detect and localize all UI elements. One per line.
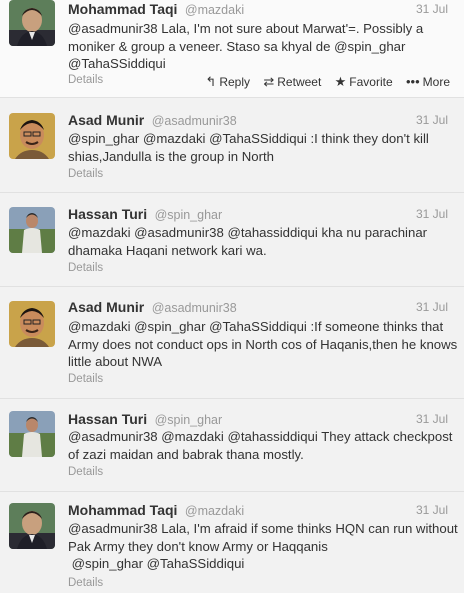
tweet-item[interactable]: Asad Munir @asadmunir38 31 Jul @spin_gha…: [0, 98, 464, 193]
tweet-text: @mazdaki @spin_ghar @TahaSSiddiqui :If s…: [68, 319, 461, 369]
avatar[interactable]: [9, 411, 55, 457]
tweet-header: Hassan Turi @spin_ghar 31 Jul: [68, 206, 448, 224]
more-label: More: [422, 75, 450, 89]
tweet-header: Asad Munir @asadmunir38 31 Jul: [68, 299, 448, 317]
tweet-timestamp[interactable]: 31 Jul: [416, 113, 448, 127]
tweet-header: Hassan Turi @spin_ghar 31 Jul: [68, 411, 448, 429]
avatar[interactable]: [9, 503, 55, 549]
tweet-text: @mazdaki @asadmunir38 @tahassiddiqui kha…: [68, 225, 431, 258]
details-link[interactable]: Details: [68, 373, 103, 385]
tweet-header: Asad Munir @asadmunir38 31 Jul: [68, 112, 448, 130]
tweet-header: Mohammad Taqi @mazdaki 31 Jul: [68, 502, 448, 520]
details-link[interactable]: Details: [68, 262, 103, 274]
tweet-timestamp[interactable]: 31 Jul: [416, 2, 448, 16]
favorite-label: Favorite: [349, 75, 393, 89]
author-handle[interactable]: @asadmunir38: [152, 301, 237, 315]
more-icon: •••: [406, 74, 420, 89]
tweet-text: @asadmunir38 Lala, I'm not sure about Ma…: [68, 21, 427, 71]
tweet-item[interactable]: Mohammad Taqi @mazdaki 31 Jul @asadmunir…: [0, 492, 464, 593]
avatar[interactable]: [9, 301, 55, 347]
author-name[interactable]: Mohammad Taqi: [68, 1, 177, 17]
tweet-item[interactable]: Mohammad Taqi @mazdaki 31 Jul @asadmunir…: [0, 0, 464, 98]
tweet-item[interactable]: Asad Munir @asadmunir38 31 Jul @mazdaki …: [0, 287, 464, 399]
reply-icon: ↰: [205, 74, 217, 89]
tweet-actions: ↰ Reply ⇄ Retweet ★ Favorite ••• More: [195, 74, 450, 90]
author-handle[interactable]: @mazdaki: [185, 3, 244, 17]
author-name[interactable]: Mohammad Taqi: [68, 502, 177, 518]
author-name[interactable]: Asad Munir: [68, 299, 144, 315]
author-handle[interactable]: @mazdaki: [185, 504, 244, 518]
tweet-header: Mohammad Taqi @mazdaki 31 Jul: [68, 1, 448, 19]
avatar[interactable]: [9, 0, 55, 46]
reply-label: Reply: [219, 75, 251, 89]
favorite-button[interactable]: ★ Favorite: [335, 74, 393, 90]
tweet-text: @asadmunir38 Lala, I'm afraid if some th…: [68, 521, 458, 571]
author-name[interactable]: Hassan Turi: [68, 206, 147, 222]
author-handle[interactable]: @spin_ghar: [155, 413, 223, 427]
details-link[interactable]: Details: [68, 577, 103, 589]
tweet-feed: Mohammad Taqi @mazdaki 31 Jul @asadmunir…: [0, 0, 464, 593]
tweet-item[interactable]: Hassan Turi @spin_ghar 31 Jul @asadmunir…: [0, 399, 464, 492]
avatar[interactable]: [9, 113, 55, 159]
author-handle[interactable]: @spin_ghar: [155, 208, 223, 222]
tweet-timestamp[interactable]: 31 Jul: [416, 503, 448, 517]
tweet-text: @asadmunir38 @mazdaki @tahassiddiqui The…: [68, 429, 457, 462]
details-link[interactable]: Details: [68, 168, 103, 180]
more-button[interactable]: ••• More: [406, 74, 450, 89]
details-link[interactable]: Details: [68, 74, 103, 86]
star-icon: ★: [334, 74, 347, 89]
reply-button[interactable]: ↰ Reply: [205, 74, 250, 90]
tweet-timestamp[interactable]: 31 Jul: [416, 300, 448, 314]
tweet-item[interactable]: Hassan Turi @spin_ghar 31 Jul @mazdaki @…: [0, 193, 464, 287]
retweet-icon: ⇄: [263, 74, 275, 89]
author-handle[interactable]: @asadmunir38: [152, 114, 237, 128]
avatar[interactable]: [9, 207, 55, 253]
author-name[interactable]: Hassan Turi: [68, 411, 147, 427]
tweet-timestamp[interactable]: 31 Jul: [416, 412, 448, 426]
details-link[interactable]: Details: [68, 466, 103, 478]
tweet-timestamp[interactable]: 31 Jul: [416, 207, 448, 221]
tweet-text: @spin_ghar @mazdaki @TahaSSiddiqui :I th…: [68, 131, 433, 164]
retweet-label: Retweet: [277, 75, 322, 89]
author-name[interactable]: Asad Munir: [68, 112, 144, 128]
retweet-button[interactable]: ⇄ Retweet: [263, 74, 321, 90]
